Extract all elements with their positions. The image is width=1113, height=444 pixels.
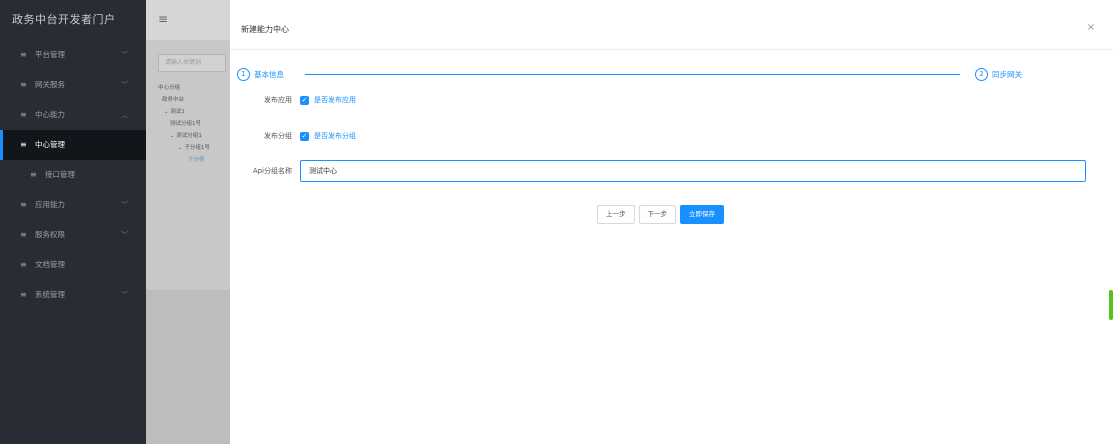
menu-icon: ≡ [30,170,37,179]
step-basic-info[interactable]: 1 基本信息 [237,68,284,81]
menu-item-center-ability[interactable]: ≡ 中心能力 ︿ [0,100,146,130]
brand-title: 政务中台开发者门户 [12,13,116,26]
menu-item-label: 中心能力 [35,110,65,119]
close-icon[interactable]: × [1087,22,1095,33]
menu-icon: ≡ [20,140,27,149]
tree-node-label: 测试1 [170,109,185,115]
form-label: 发布分组 [264,132,292,140]
menu-item-system-management[interactable]: ≡ 系统管理 ﹀ [0,280,146,310]
menu-item-center-management[interactable]: ≡ 中心管理 [0,130,146,160]
menu-item-service-permission[interactable]: ≡ 服务权限 ﹀ [0,220,146,250]
hamburger-icon[interactable]: ≡ [146,0,230,40]
chevron-down-icon: ﹀ [121,51,128,59]
chevron-down-icon: ﹀ [121,201,128,209]
chevron-down-icon: ﹀ [121,291,128,299]
menu-icon: ≡ [20,110,27,119]
tree-node[interactable]: 政务中台 [158,94,230,106]
menu-item-gateway[interactable]: ≡ 网关服务 ﹀ [0,70,146,100]
chevron-up-icon: ︿ [121,111,128,119]
publish-app-checkbox[interactable]: ✓ [300,95,309,105]
tree-node[interactable]: 中心分组 [158,82,230,94]
menu-icon: ≡ [20,230,27,239]
menu-item-label: 中心管理 [35,140,65,149]
menu-icon: ≡ [20,50,27,59]
group-tree: 中心分组 政务中台 ⌄ 测试1 测试分组1号 ⌄ 测试分组1 ⌄ 子分组1号 子… [158,82,230,166]
chevron-down-icon: ﹀ [121,81,128,89]
menu-item-label: 应用能力 [35,200,65,209]
form-row-publish-app: 发布应用 ✓ 是否发布应用 [230,95,356,105]
tree-node-label: 子分组1号 [184,145,210,151]
tree-search-input[interactable]: 请输入关键词 [158,54,226,72]
create-center-drawer: 新建能力中心 × 1 基本信息 2 同步网关 发布应用 ✓ 是否发布应用 发布分… [230,0,1113,444]
save-button[interactable]: 立即保存 [680,205,724,224]
menu-item-app-ability[interactable]: ≡ 应用能力 ﹀ [0,190,146,220]
form-label: 发布应用 [264,96,292,104]
tree-node[interactable]: 测试分组1号 [158,118,230,130]
step-number: 1 [237,68,250,81]
checkbox-label[interactable]: 是否发布应用 [314,95,356,105]
menu-item-label: 网关服务 [35,80,65,89]
form-row-api-group: Api分组名称 [230,160,1086,182]
menu-item-label: 服务权限 [35,230,65,239]
form-label: Api分组名称 [252,167,292,175]
form-row-publish-group: 发布分组 ✓ 是否发布分组 [230,131,356,141]
chevron-down-icon: ﹀ [121,231,128,239]
drawer-header: 新建能力中心 × [230,0,1113,50]
menu-icon: ≡ [20,260,27,269]
step-number: 2 [975,68,988,81]
step-label: 同步网关 [992,70,1022,79]
background-page-lower [146,290,230,444]
next-step-button[interactable]: 下一步 [638,205,676,224]
publish-group-checkbox[interactable]: ✓ [300,131,309,141]
api-group-name-input[interactable] [300,160,1086,182]
menu-icon: ≡ [20,200,27,209]
sidebar: 政务中台开发者门户 ≡ 平台管理 ﹀ ≡ 网关服务 ﹀ ≡ 中心能力 ︿ ≡ 中… [0,0,146,444]
step-connector [305,74,960,75]
menu-item-label: 接口管理 [45,170,75,179]
tree-node[interactable]: ⌄ 测试1 [158,106,230,118]
menu-item-platform[interactable]: ≡ 平台管理 ﹀ [0,40,146,70]
tree-node-selected[interactable]: 子分组 [158,154,230,166]
button-group: 上一步 下一步 立即保存 [597,205,728,224]
menu-item-document-management[interactable]: ≡ 文档管理 [0,250,146,280]
menu-item-label: 系统管理 [35,290,65,299]
tree-node[interactable]: ⌄ 测试分组1 [158,130,230,142]
tree-node-label: 测试分组1 [176,133,202,139]
drawer-title: 新建能力中心 [241,25,289,34]
menu-icon: ≡ [20,80,27,89]
scrollbar-handle[interactable] [1109,290,1113,320]
steps: 1 基本信息 2 同步网关 [237,68,1057,84]
menu-item-interface-management[interactable]: ≡ 接口管理 [0,160,146,190]
tree-node[interactable]: ⌄ 子分组1号 [158,142,230,154]
prev-step-button[interactable]: 上一步 [597,205,635,224]
menu-item-label: 文档管理 [35,260,65,269]
menu-item-label: 平台管理 [35,50,65,59]
menu-icon: ≡ [20,290,27,299]
checkbox-label[interactable]: 是否发布分组 [314,131,356,141]
step-sync-gateway[interactable]: 2 同步网关 [975,68,1022,81]
step-label: 基本信息 [254,70,284,79]
